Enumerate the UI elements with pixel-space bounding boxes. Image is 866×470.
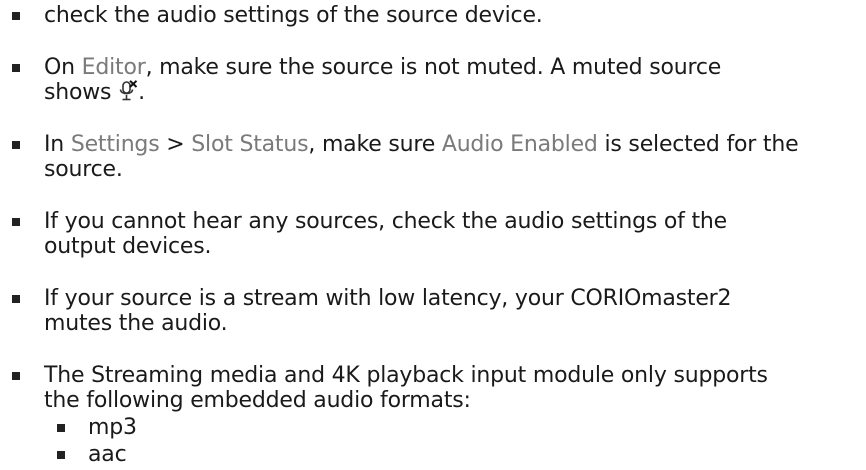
audio-enabled-menu-reference: Audio Enabled bbox=[441, 132, 598, 157]
list-item-line: If you cannot hear any sources, check th… bbox=[44, 209, 728, 234]
bullet-square bbox=[12, 218, 20, 226]
bullet-square bbox=[12, 372, 20, 380]
list-item-line: If your source is a stream with low late… bbox=[44, 286, 732, 311]
slot-status-menu-reference: Slot Status bbox=[191, 132, 309, 157]
list-item-line: output devices. bbox=[44, 234, 212, 259]
document-page: check the audio settings of the source d… bbox=[0, 0, 866, 470]
text-segment: , make sure bbox=[308, 132, 442, 157]
bullet-square bbox=[12, 295, 20, 303]
list-item-text: mp3 bbox=[88, 415, 137, 440]
list-item-text: check the audio settings of the source d… bbox=[44, 3, 862, 28]
list-item-line: check the audio settings of the source d… bbox=[44, 3, 543, 28]
text-segment: On bbox=[44, 55, 82, 80]
list-item-line: The Streaming media and 4K playback inpu… bbox=[44, 363, 768, 388]
list-item-line: source. bbox=[44, 157, 123, 182]
text-segment: , make sure the source is not muted. A m… bbox=[145, 55, 722, 80]
muted-microphone-icon bbox=[119, 80, 138, 101]
list-item-line: mutes the audio. bbox=[44, 311, 228, 336]
bullet-square bbox=[57, 451, 65, 459]
bullet-square bbox=[12, 64, 20, 72]
text-segment: > bbox=[159, 132, 192, 157]
list-item-line: On Editor, make sure the source is not m… bbox=[44, 55, 862, 80]
bullet-square bbox=[57, 424, 65, 432]
list-item-text: If your source is a stream with low late… bbox=[44, 286, 862, 336]
list-item-text: aac bbox=[88, 442, 127, 467]
list-item-line: In Settings > Slot Status, make sure Aud… bbox=[44, 132, 862, 157]
settings-menu-reference: Settings bbox=[70, 132, 160, 157]
text-segment: is selected for the bbox=[597, 132, 799, 157]
text-segment: shows bbox=[44, 80, 112, 105]
list-item-line: shows . bbox=[44, 80, 862, 105]
list-item-text: On Editor, make sure the source is not m… bbox=[44, 55, 862, 105]
editor-menu-reference: Editor bbox=[81, 55, 146, 80]
list-item-text: In Settings > Slot Status, make sure Aud… bbox=[44, 132, 862, 182]
bullet-square bbox=[12, 12, 20, 20]
list-item-line: the following embedded audio formats: bbox=[44, 388, 471, 413]
text-segment: . bbox=[138, 80, 145, 105]
bullet-square bbox=[12, 141, 20, 149]
list-item-text: The Streaming media and 4K playback inpu… bbox=[44, 363, 862, 413]
text-segment: In bbox=[44, 132, 71, 157]
list-item-text: If you cannot hear any sources, check th… bbox=[44, 209, 862, 259]
